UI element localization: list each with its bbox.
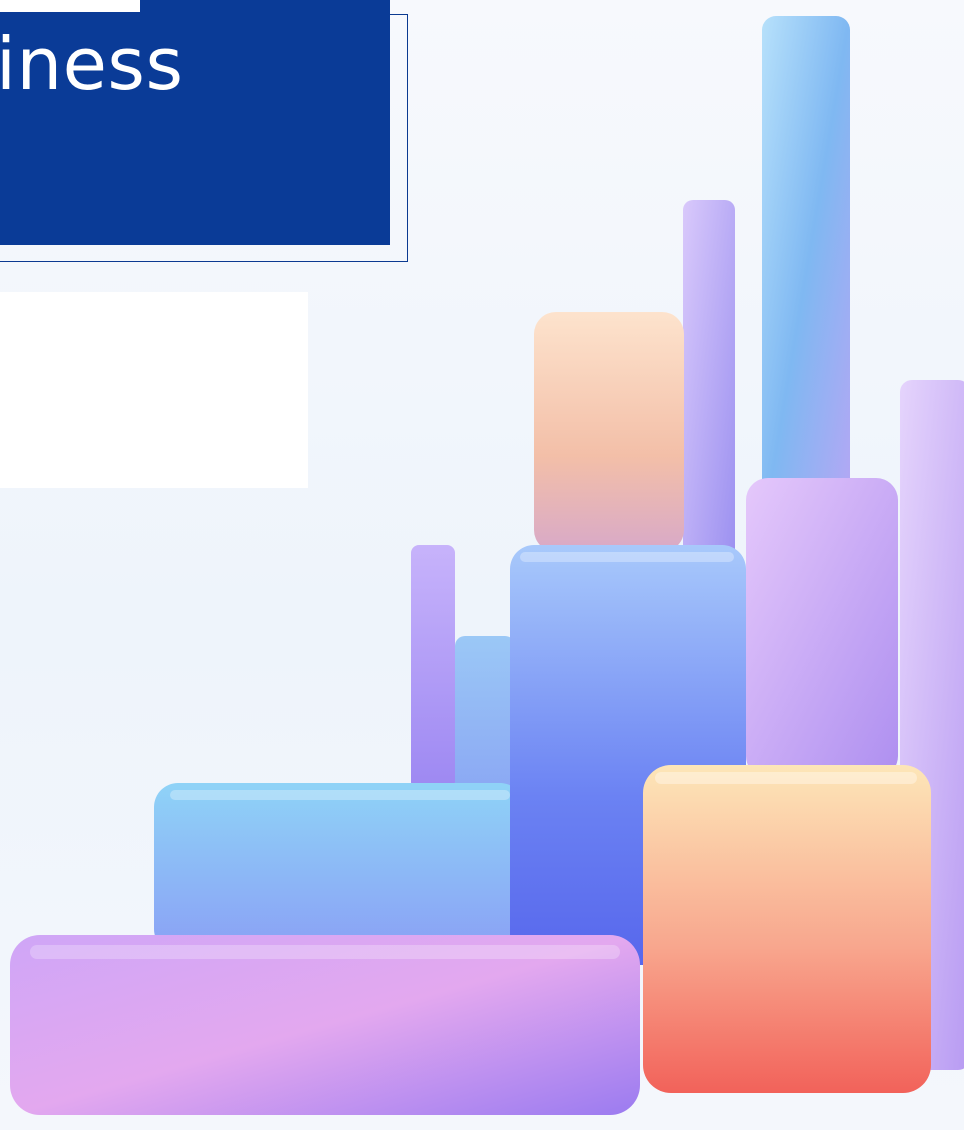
description-line-3: ith defined KPI goals <box>755 409 924 428</box>
page: iness s enable actionable ts and impleme… <box>0 0 964 1130</box>
hero-title-block: iness <box>0 0 390 245</box>
description-text: s enable actionable ts and implement a i… <box>364 324 924 438</box>
hero-title: iness <box>0 22 184 106</box>
title-top-strip <box>0 0 140 12</box>
description-line-1: s enable actionable <box>762 333 924 352</box>
description-line-2: ts and implement a <box>763 371 924 390</box>
